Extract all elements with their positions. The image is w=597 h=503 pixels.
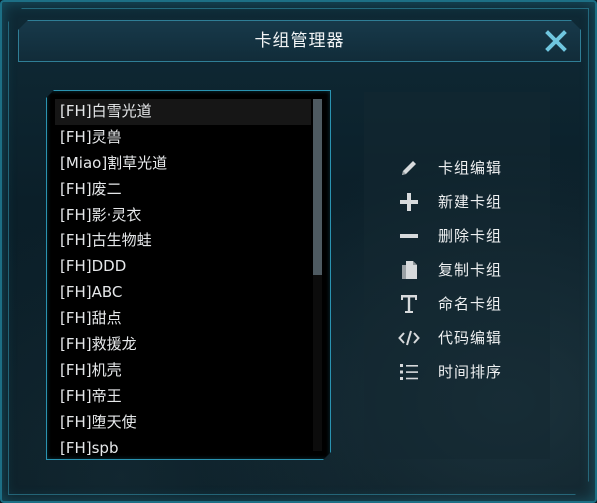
code-icon: [398, 330, 420, 346]
close-button[interactable]: [542, 27, 570, 55]
deck-list-item[interactable]: [FH]spb: [55, 436, 311, 460]
deck-list-item[interactable]: [FH]白雪光道: [55, 99, 311, 125]
new-deck-button[interactable]: 新建卡组: [364, 187, 550, 217]
rename-deck-label: 命名卡组: [438, 295, 503, 313]
edit-deck-label: 卡组编辑: [438, 159, 503, 177]
new-deck-label: 新建卡组: [438, 193, 503, 211]
text-icon: [401, 295, 417, 313]
deck-list-item[interactable]: [FH]机壳: [55, 358, 311, 384]
copy-icon: [402, 261, 417, 279]
delete-deck-button[interactable]: 删除卡组: [364, 221, 550, 251]
sort-by-time-button[interactable]: 时间排序: [364, 357, 550, 387]
deck-list-item[interactable]: [FH]影·灵衣: [55, 203, 311, 229]
deck-manager-window: 卡组管理器 [FH]白雪光道 [FH]灵兽 [Miao]割草光道 [FH]废二 …: [0, 0, 597, 503]
deck-list-item[interactable]: [Miao]割草光道: [55, 151, 311, 177]
deck-list-item[interactable]: [FH]堕天使: [55, 410, 311, 436]
deck-list: [FH]白雪光道 [FH]灵兽 [Miao]割草光道 [FH]废二 [FH]影·…: [55, 99, 311, 460]
close-icon: [542, 27, 570, 55]
deck-list-item[interactable]: [FH]灵兽: [55, 125, 311, 151]
minus-icon: [400, 234, 418, 238]
code-edit-label: 代码编辑: [438, 329, 503, 347]
scrollbar-thumb[interactable]: [313, 99, 322, 275]
deck-list-item[interactable]: [FH]甜点: [55, 306, 311, 332]
window-title: 卡组管理器: [254, 31, 345, 51]
list-icon: [400, 364, 418, 380]
rename-deck-button[interactable]: 命名卡组: [364, 289, 550, 319]
deck-list-item[interactable]: [FH]ABC: [55, 280, 311, 306]
copy-deck-label: 复制卡组: [438, 261, 503, 279]
code-edit-button[interactable]: 代码编辑: [364, 323, 550, 353]
actions-panel: 卡组编辑 新建卡组 删除卡组 复制卡组 命名卡组 代码编辑 时间排序: [364, 92, 550, 459]
sort-by-time-label: 时间排序: [438, 363, 503, 381]
deck-list-item[interactable]: [FH]废二: [55, 177, 311, 203]
deck-list-item[interactable]: [FH]帝王: [55, 384, 311, 410]
copy-deck-button[interactable]: 复制卡组: [364, 255, 550, 285]
deck-list-panel: [FH]白雪光道 [FH]灵兽 [Miao]割草光道 [FH]废二 [FH]影·…: [46, 90, 331, 460]
deck-list-item[interactable]: [FH]古生物蛙: [55, 228, 311, 254]
edit-deck-button[interactable]: 卡组编辑: [364, 153, 550, 183]
plus-icon: [400, 193, 418, 211]
pencil-icon: [402, 161, 416, 175]
deck-list-item[interactable]: [FH]DDD: [55, 254, 311, 280]
delete-deck-label: 删除卡组: [438, 227, 503, 245]
deck-list-item[interactable]: [FH]救援龙: [55, 332, 311, 358]
deck-list-scrollbar[interactable]: [313, 99, 322, 451]
title-bar: 卡组管理器: [18, 20, 581, 62]
